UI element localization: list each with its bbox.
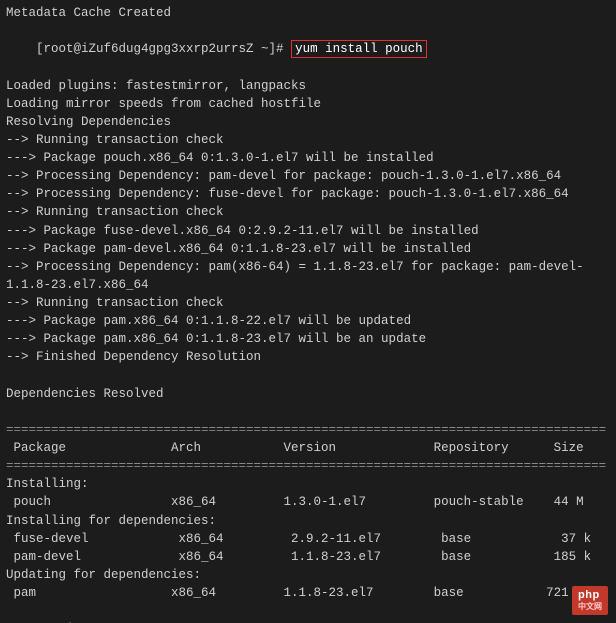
line-pkg-pouch: pouch x86_64 1.3.0-1.el7 pouch-stable 44… [6, 493, 610, 511]
prompt-text: [root@iZuf6dug4gpg3xxrp2urrsZ ~]# [36, 42, 291, 56]
line-pkg-fuse: fuse-devel x86_64 2.9.2-11.el7 base 37 k [6, 530, 610, 548]
line-prompt: [root@iZuf6dug4gpg3xxrp2urrsZ ~]# yum in… [6, 22, 610, 76]
line-divider1: ========================================… [6, 421, 610, 439]
line-dep6b: 1.1.8-23.el7.x86_64 [6, 276, 610, 294]
watermark-line2: 中文网 [578, 601, 602, 612]
line-pkg-pam-devel: pam-devel x86_64 1.1.8-23.el7 base 185 k [6, 548, 610, 566]
line-divider2: ========================================… [6, 457, 610, 475]
line-dep8: ---> Package pam.x86_64 0:1.1.8-23.el7 w… [6, 330, 610, 348]
line-installing-label: Installing: [6, 475, 610, 493]
line-plugins: Loaded plugins: fastestmirror, langpacks [6, 77, 610, 95]
line-dep6: --> Processing Dependency: pam(x86-64) =… [6, 258, 610, 276]
line-meta: Metadata Cache Created [6, 4, 610, 22]
line-dep2: --> Processing Dependency: pam-devel for… [6, 167, 610, 185]
line-check2: --> Running transaction check [6, 203, 610, 221]
line-resolving: Resolving Dependencies [6, 113, 610, 131]
line-header: Package Arch Version Repository Size [6, 439, 610, 457]
line-dep7: ---> Package pam.x86_64 0:1.1.8-22.el7 w… [6, 312, 610, 330]
line-check3: --> Running transaction check [6, 294, 610, 312]
line-blank2 [6, 403, 610, 421]
watermark-line1: php [578, 589, 600, 601]
line-check1: --> Running transaction check [6, 131, 610, 149]
terminal-window: Metadata Cache Created [root@iZuf6dug4gp… [0, 0, 616, 623]
line-loading: Loading mirror speeds from cached hostfi… [6, 95, 610, 113]
line-dep1: ---> Package pouch.x86_64 0:1.3.0-1.el7 … [6, 149, 610, 167]
line-pkg-pam: pam x86_64 1.1.8-23.el7 base 721 k [6, 584, 610, 602]
command-highlight: yum install pouch [291, 40, 427, 58]
watermark-badge: php 中文网 [572, 586, 608, 615]
line-resolved: Dependencies Resolved [6, 385, 610, 403]
line-dep5: ---> Package pam-devel.x86_64 0:1.1.8-23… [6, 240, 610, 258]
line-updating-label: Updating for dependencies: [6, 566, 610, 584]
line-blank1 [6, 367, 610, 385]
line-blank3 [6, 602, 610, 620]
line-installing-for-label: Installing for dependencies: [6, 512, 610, 530]
line-dep4: ---> Package fuse-devel.x86_64 0:2.9.2-1… [6, 222, 610, 240]
line-dep3: --> Processing Dependency: fuse-devel fo… [6, 185, 610, 203]
line-finished: --> Finished Dependency Resolution [6, 348, 610, 366]
